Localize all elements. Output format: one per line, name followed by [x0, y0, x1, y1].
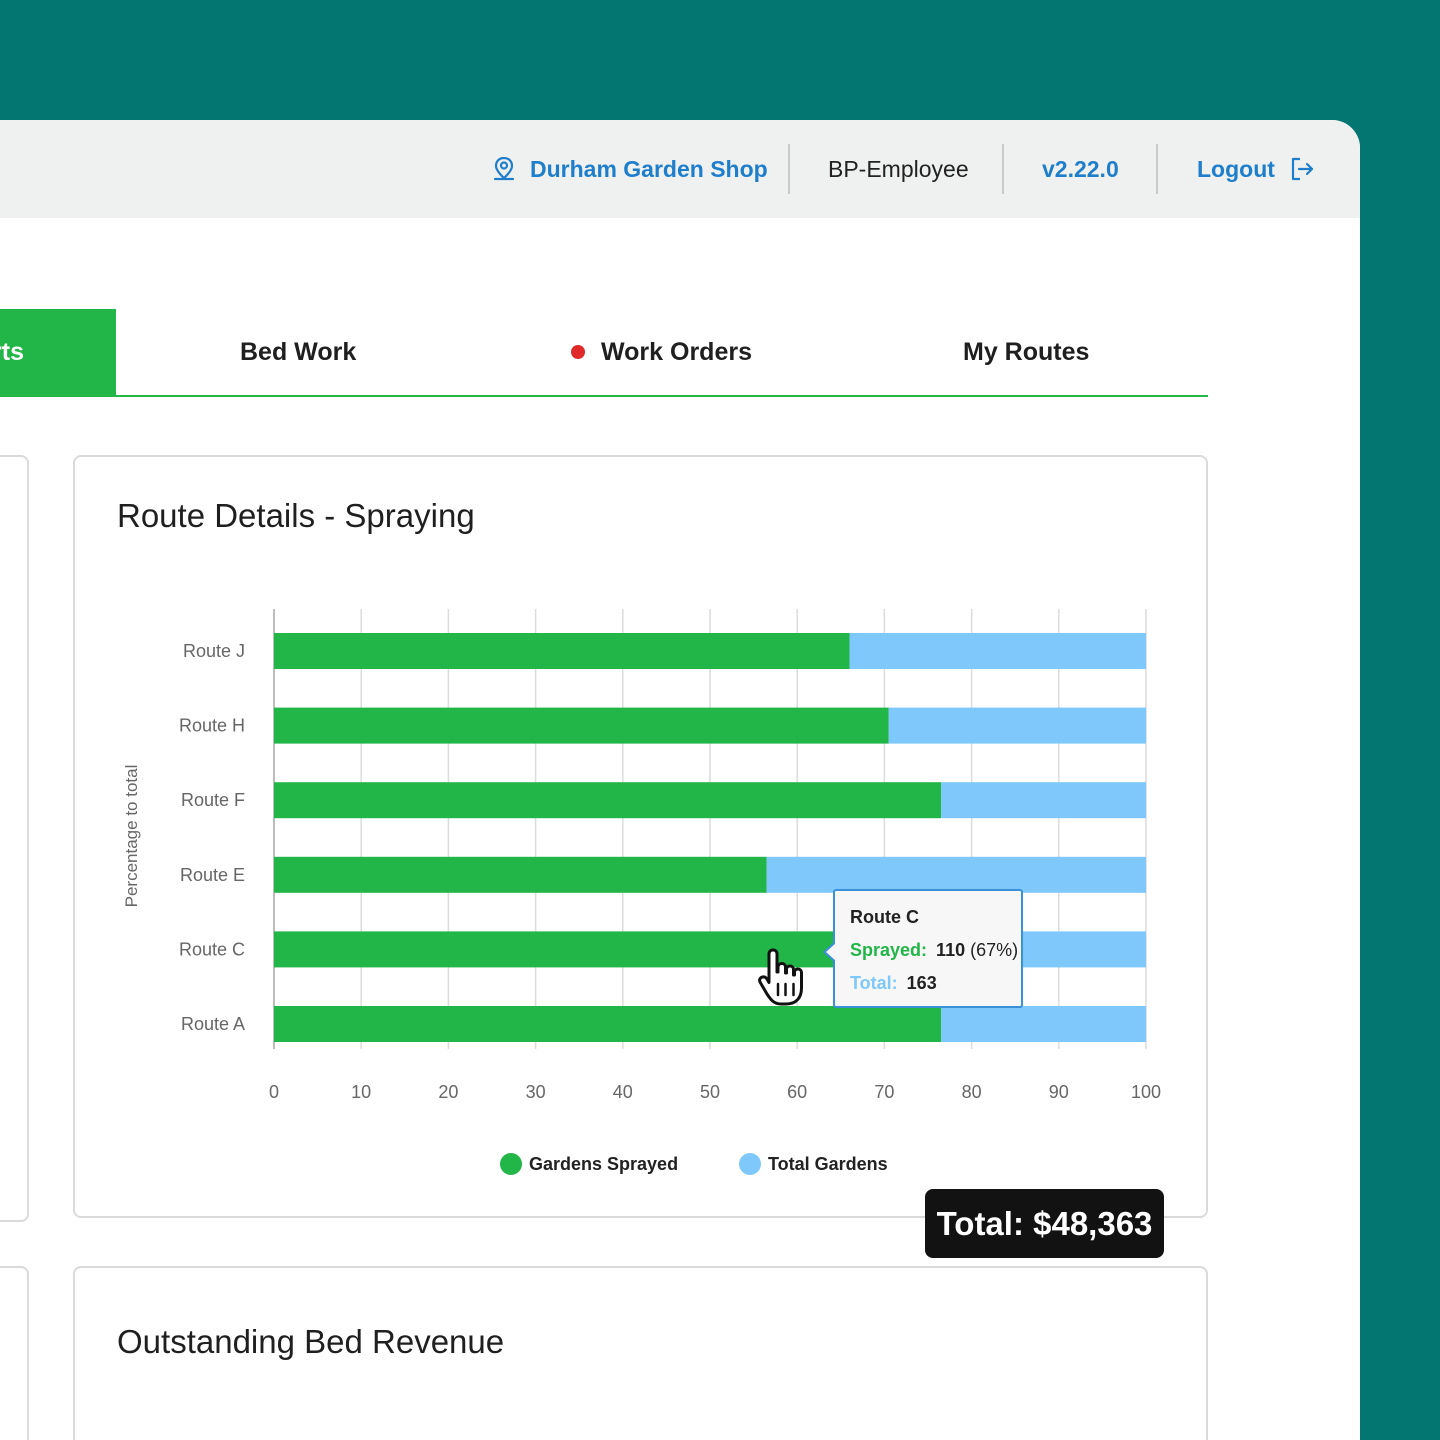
x-tick-label: 70 — [874, 1082, 894, 1102]
tooltip-sprayed-pct: (67%) — [970, 940, 1019, 960]
x-tick-label: 0 — [269, 1082, 279, 1102]
tooltip-total-label: Total: — [850, 973, 898, 993]
legend-sprayed-swatch — [500, 1153, 522, 1175]
x-tick-label: 40 — [613, 1082, 633, 1102]
bar-total[interactable] — [766, 856, 1146, 893]
y-category-label: Route J — [183, 641, 245, 661]
legend-total-swatch — [739, 1153, 761, 1175]
y-category-label: Route E — [180, 865, 245, 885]
y-category-label: Route H — [179, 716, 245, 736]
bar-total[interactable] — [888, 707, 1146, 744]
tooltip-total-value: 163 — [906, 973, 937, 993]
bar-sprayed[interactable] — [274, 782, 942, 819]
tooltip-sprayed-value: 110 — [936, 940, 966, 960]
bar-sprayed[interactable] — [274, 856, 767, 893]
x-tick-label: 100 — [1131, 1082, 1161, 1102]
legend-label[interactable]: Gardens Sprayed — [529, 1154, 678, 1174]
y-category-label: Route A — [181, 1014, 245, 1034]
route-chart: 0 10 20 30 40 50 60 70 80 90 100 Route J Route H Rout… — [122, 609, 1161, 1175]
tooltip-sprayed-label: Sprayed: — [850, 940, 928, 960]
legend-label[interactable]: Total Gardens — [768, 1154, 888, 1174]
hand-cursor-icon — [758, 948, 803, 1006]
x-tick-label: 90 — [1049, 1082, 1069, 1102]
y-category-label: Route F — [181, 790, 245, 810]
tooltip-total: Total: 163 — [850, 973, 937, 994]
x-tick-label: 80 — [962, 1082, 982, 1102]
x-tick-label: 20 — [438, 1082, 458, 1102]
y-axis-label: Percentage to total — [122, 765, 141, 908]
x-tick-label: 60 — [787, 1082, 807, 1102]
y-category-label: Route C — [179, 939, 245, 959]
bar-total[interactable] — [849, 633, 1146, 669]
tooltip-title: Route C — [850, 907, 919, 927]
bar-sprayed[interactable] — [274, 1006, 942, 1042]
tooltip-sprayed: Sprayed: 110 (67%) — [850, 940, 1018, 961]
x-tick-label: 50 — [700, 1082, 720, 1102]
bar-sprayed[interactable] — [274, 633, 850, 669]
x-tick-label: 10 — [351, 1082, 371, 1102]
bar-total[interactable] — [941, 1006, 1146, 1042]
bar-total[interactable] — [941, 782, 1146, 819]
bar-sprayed[interactable] — [274, 707, 889, 744]
bar-tooltip: Route C Sprayed: 110 (67%) Total: 163 — [823, 889, 1023, 1008]
x-tick-label: 30 — [526, 1082, 546, 1102]
